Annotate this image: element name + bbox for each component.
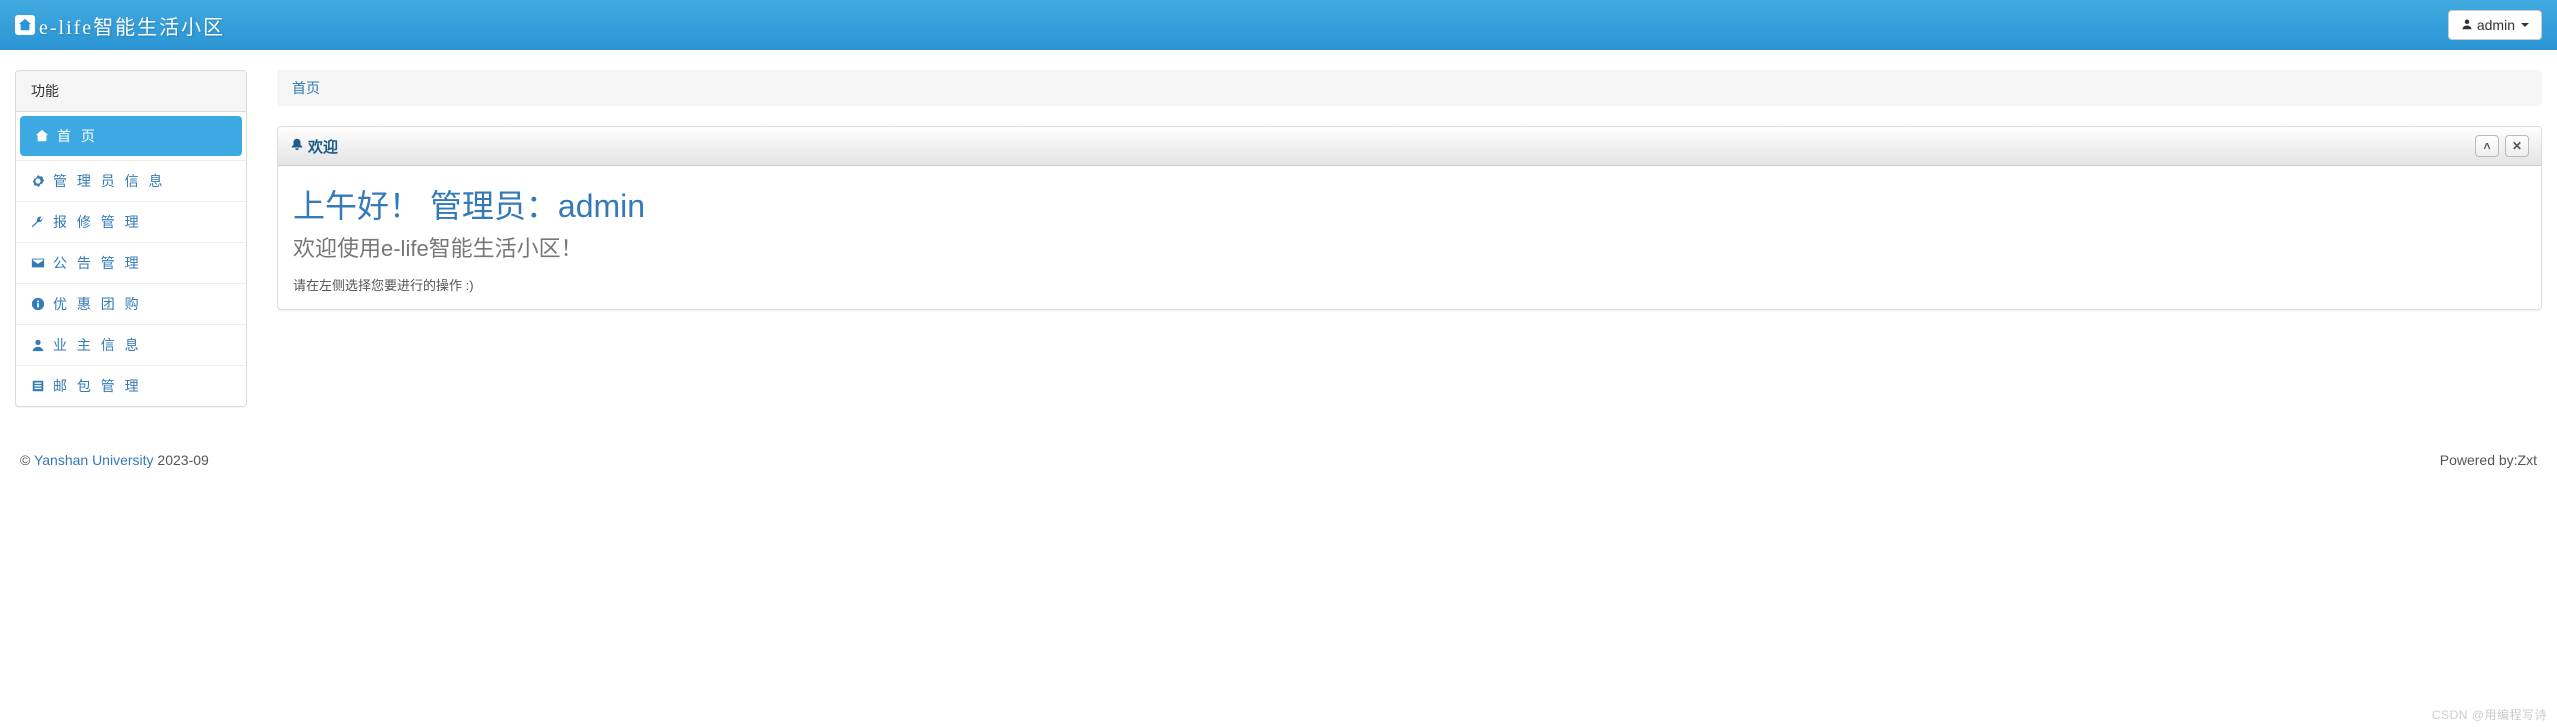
content-area: 首页 欢迎 ˄ ✕ 上午好！ 管理员：admin 欢迎使用e-life智能生活小… [277,70,2542,310]
welcome-greeting: 上午好！ 管理员：admin [293,181,2526,227]
footer: © Yanshan University 2023-09 Powered by:… [0,437,2557,474]
brand-home-icon [15,15,35,35]
welcome-panel-title: 欢迎 [290,136,338,157]
user-icon [2461,17,2473,33]
sidebar-item-groupbuy[interactable]: 优 惠 团 购 [16,284,246,324]
sidebar-item-home[interactable]: 首 页 [20,116,242,156]
top-navbar: e-life智能生活小区 admin [0,0,2557,50]
main-container: 功能 首 页 管 理 员 信 息 报 修 管 理 公 告 管 理 [0,50,2557,407]
sidebar-item-label: 报 修 管 理 [53,212,142,232]
sidebar-heading: 功能 [16,71,246,112]
gear-icon [31,174,45,188]
collapse-button[interactable]: ˄ [2475,135,2499,157]
sidebar-item-parcel[interactable]: 邮 包 管 理 [16,366,246,406]
welcome-panel: 欢迎 ˄ ✕ 上午好！ 管理员：admin 欢迎使用e-life智能生活小区！ … [277,126,2542,310]
sidebar: 功能 首 页 管 理 员 信 息 报 修 管 理 公 告 管 理 [15,70,247,407]
sidebar-item-admin-info[interactable]: 管 理 员 信 息 [16,161,246,201]
user-icon [31,338,45,352]
user-dropdown-button[interactable]: admin [2448,10,2542,40]
welcome-panel-body: 上午好！ 管理员：admin 欢迎使用e-life智能生活小区！ 请在左侧选择您… [278,166,2541,309]
chevron-up-icon: ˄ [2483,139,2490,153]
brand-text: e-life智能生活小区 [39,11,225,40]
chevron-down-icon [2521,23,2529,27]
sidebar-item-owner[interactable]: 业 主 信 息 [16,325,246,365]
wrench-icon [31,215,45,229]
sidebar-panel: 功能 首 页 管 理 员 信 息 报 修 管 理 公 告 管 理 [15,70,247,407]
copyright-prefix: © [20,452,34,468]
sidebar-item-label: 优 惠 团 购 [53,294,142,314]
welcome-panel-header: 欢迎 ˄ ✕ [278,127,2541,166]
user-label: admin [2477,17,2515,33]
close-icon: ✕ [2512,139,2522,153]
footer-university-link[interactable]: Yanshan University [34,452,154,468]
list-icon [31,379,45,393]
footer-copyright: © Yanshan University 2023-09 [20,452,209,468]
bell-icon [290,137,304,155]
brand: e-life智能生活小区 [15,11,225,40]
sidebar-item-label: 管 理 员 信 息 [53,171,166,191]
sidebar-item-label: 邮 包 管 理 [53,376,142,396]
close-button[interactable]: ✕ [2505,135,2529,157]
welcome-title-text: 欢迎 [308,136,338,157]
info-icon [31,297,45,311]
sidebar-item-label: 首 页 [57,126,98,146]
breadcrumb-home[interactable]: 首页 [292,80,320,96]
sidebar-item-repair[interactable]: 报 修 管 理 [16,202,246,242]
welcome-subtitle: 欢迎使用e-life智能生活小区！ [293,231,2526,263]
welcome-hint: 请在左侧选择您要进行的操作 :) [293,275,2526,294]
footer-year: 2023-09 [154,452,209,468]
panel-actions: ˄ ✕ [2475,135,2529,157]
sidebar-nav: 首 页 管 理 员 信 息 报 修 管 理 公 告 管 理 优 惠 团 购 [16,116,246,406]
breadcrumb: 首页 [277,70,2542,106]
sidebar-item-label: 公 告 管 理 [53,253,142,273]
footer-powered: Powered by:Zxt [2440,452,2537,468]
sidebar-item-notice[interactable]: 公 告 管 理 [16,243,246,283]
sidebar-item-label: 业 主 信 息 [53,335,142,355]
home-icon [35,129,49,143]
watermark: CSDN @用编程写诗 [2432,706,2547,723]
envelope-icon [31,256,45,270]
